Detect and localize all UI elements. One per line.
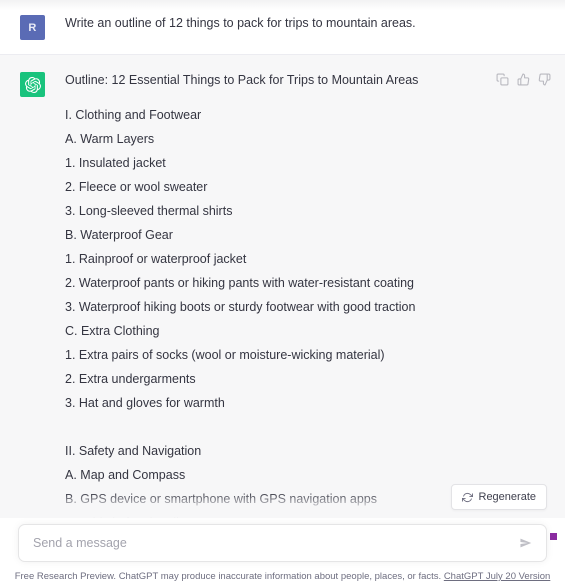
outline-line: B. Waterproof Gear [65, 228, 173, 242]
openai-logo-icon [24, 76, 41, 93]
send-button[interactable] [518, 535, 534, 551]
send-arrow-icon [519, 536, 533, 550]
footer-disclaimer-text: Free Research Preview. ChatGPT may produ… [14, 571, 442, 582]
user-message-body: Write an outline of 12 things to pack fo… [65, 14, 565, 32]
assistant-avatar-column [0, 71, 65, 97]
regenerate-container: Regenerate [450, 484, 547, 510]
outline-line: I. Clothing and Footwear [65, 108, 202, 122]
outline-line: 1. Extra pairs of socks (wool or moistur… [65, 348, 385, 362]
assistant-message-body: Outline: 12 Essential Things to Pack for… [65, 71, 565, 522]
outline-spacer [65, 415, 551, 439]
copy-icon[interactable] [496, 73, 509, 86]
outline-line: A. Warm Layers [65, 132, 155, 146]
footer-disclaimer: Free Research Preview. ChatGPT may produ… [0, 570, 565, 583]
regenerate-button-label: Regenerate [478, 491, 537, 503]
user-message-row: R Write an outline of 12 things to pack … [0, 0, 565, 55]
refresh-icon [461, 492, 473, 503]
outline-line: 1. Insulated jacket [65, 156, 166, 170]
avatar: R [20, 15, 45, 40]
outline-content: I. Clothing and Footwear A. Warm Layers 1.… [65, 103, 551, 522]
outline-line: 3. Waterproof hiking boots or sturdy foo… [65, 300, 416, 314]
avatar [20, 72, 45, 97]
outline-line: II. Safety and Navigation [65, 444, 202, 458]
mouse-cursor-indicator [550, 533, 557, 540]
assistant-header: Outline: 12 Essential Things to Pack for… [65, 71, 551, 89]
user-avatar-column: R [0, 14, 65, 40]
conversation-thread[interactable]: R Write an outline of 12 things to pack … [0, 0, 565, 522]
outline-line: 3. Hat and gloves for warmth [65, 396, 225, 410]
version-link[interactable]: ChatGPT July 20 Version [444, 571, 551, 582]
chatgpt-app: R Write an outline of 12 things to pack … [0, 0, 565, 588]
composer-box[interactable] [18, 524, 547, 562]
outline-line: 3. Long-sleeved thermal shirts [65, 204, 233, 218]
message-action-buttons [496, 71, 551, 86]
assistant-response-title: Outline: 12 Essential Things to Pack for… [65, 73, 419, 87]
thumbs-down-icon[interactable] [538, 73, 551, 86]
outline-line: 2. Extra undergarments [65, 372, 196, 386]
outline-line: 2. Fleece or wool sweater [65, 180, 208, 194]
assistant-message-row: Outline: 12 Essential Things to Pack for… [0, 55, 565, 522]
composer-area: Free Research Preview. ChatGPT may produ… [0, 518, 565, 588]
regenerate-button[interactable]: Regenerate [450, 484, 547, 510]
thumbs-up-icon[interactable] [517, 73, 530, 86]
outline-line: 2. Waterproof pants or hiking pants with… [65, 276, 415, 290]
message-input[interactable] [33, 525, 518, 561]
outline-line: 1. Rainproof or waterproof jacket [65, 252, 247, 266]
outline-line: C. Extra Clothing [65, 324, 160, 338]
avatar-initial: R [28, 21, 37, 34]
user-message-text: Write an outline of 12 things to pack fo… [65, 16, 416, 30]
